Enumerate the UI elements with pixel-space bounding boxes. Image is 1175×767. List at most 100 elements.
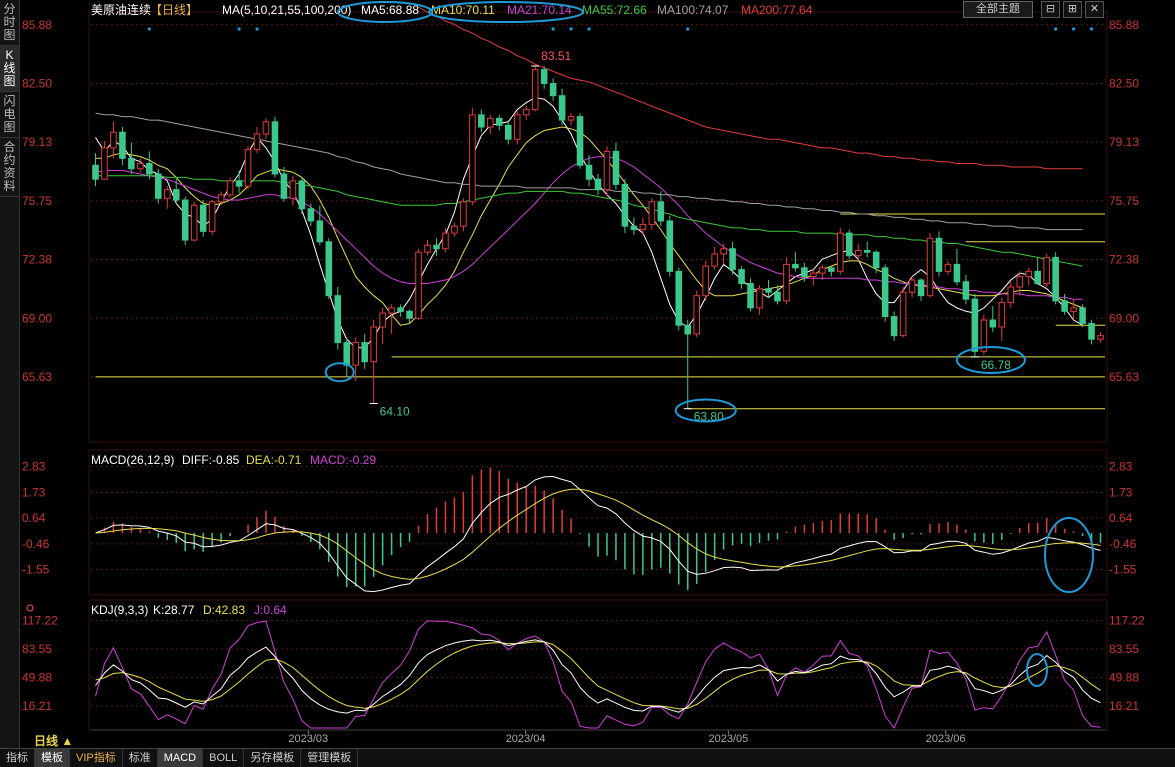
minimize-panel-icon[interactable]: ⊟ bbox=[1041, 1, 1060, 18]
candle-body[interactable] bbox=[487, 117, 494, 128]
candle-body[interactable] bbox=[666, 220, 674, 272]
candle-body[interactable] bbox=[271, 121, 279, 175]
candle-body[interactable] bbox=[639, 223, 647, 231]
candle-body[interactable] bbox=[119, 131, 126, 159]
candle-body[interactable] bbox=[424, 244, 431, 253]
candle-body[interactable] bbox=[244, 149, 252, 187]
candle-body[interactable] bbox=[361, 342, 368, 363]
candle-body[interactable] bbox=[711, 253, 718, 267]
close-panel-icon[interactable]: ✕ bbox=[1085, 1, 1104, 18]
candle-body[interactable] bbox=[397, 307, 404, 312]
candle-body[interactable] bbox=[729, 248, 736, 271]
candle-body[interactable] bbox=[585, 164, 593, 180]
candle-body[interactable] bbox=[845, 232, 853, 257]
sidebar-tab-contract-info[interactable]: 合约资料 bbox=[0, 138, 19, 197]
candle-body[interactable] bbox=[1043, 256, 1050, 285]
candle-body[interactable] bbox=[146, 163, 153, 175]
candle-body[interactable] bbox=[513, 114, 521, 140]
candle-body[interactable] bbox=[899, 291, 907, 337]
candle-body[interactable] bbox=[172, 189, 180, 201]
candle-body[interactable] bbox=[675, 270, 683, 326]
sidebar-tab-kline[interactable]: K线图 bbox=[0, 46, 19, 92]
candle-body[interactable] bbox=[819, 267, 826, 274]
candle-body[interactable] bbox=[540, 69, 548, 85]
candle-body[interactable] bbox=[621, 183, 629, 227]
candle-body[interactable] bbox=[504, 124, 512, 140]
candle-body[interactable] bbox=[1070, 307, 1077, 312]
candle-body[interactable] bbox=[881, 267, 889, 318]
tab-standard[interactable]: 标准 bbox=[123, 749, 158, 767]
candle-body[interactable] bbox=[854, 249, 862, 257]
candle-body[interactable] bbox=[944, 263, 952, 272]
candle-body[interactable] bbox=[352, 342, 359, 366]
tab-manage-templates[interactable]: 管理模板 bbox=[301, 749, 359, 767]
candle-body[interactable] bbox=[451, 225, 458, 234]
sidebar-tab-flash[interactable]: 闪电图 bbox=[0, 92, 19, 138]
candle-body[interactable] bbox=[872, 251, 880, 269]
candle-body[interactable] bbox=[720, 248, 727, 255]
candle-body[interactable] bbox=[962, 281, 970, 300]
candle-body[interactable] bbox=[137, 163, 144, 170]
candle-body[interactable] bbox=[1097, 335, 1104, 340]
candle-body[interactable] bbox=[908, 279, 916, 293]
candle-body[interactable] bbox=[379, 312, 386, 328]
candle-body[interactable] bbox=[1034, 270, 1041, 285]
candle-body[interactable] bbox=[657, 201, 665, 222]
candle-body[interactable] bbox=[792, 263, 799, 269]
candle-body[interactable] bbox=[217, 194, 225, 203]
candle-body[interactable] bbox=[1061, 300, 1068, 312]
candle-body[interactable] bbox=[522, 109, 530, 116]
candle-body[interactable] bbox=[612, 150, 620, 185]
tab-indicators[interactable]: 指标 bbox=[0, 749, 35, 767]
candle-body[interactable] bbox=[262, 121, 270, 135]
candle-body[interactable] bbox=[935, 237, 943, 272]
candle-body[interactable] bbox=[208, 201, 216, 232]
tab-templates[interactable]: 模板 bbox=[35, 749, 70, 767]
candle-body[interactable] bbox=[1025, 270, 1033, 278]
candle-body[interactable] bbox=[253, 133, 261, 151]
candle-body[interactable] bbox=[155, 173, 162, 199]
candle-body[interactable] bbox=[343, 342, 351, 366]
candle-body[interactable] bbox=[603, 150, 611, 191]
candle-body[interactable] bbox=[496, 117, 503, 126]
tab-macd[interactable]: MACD bbox=[157, 749, 204, 767]
candle-body[interactable] bbox=[433, 244, 440, 250]
candle-body[interactable] bbox=[890, 316, 898, 337]
tab-boll[interactable]: BOLL bbox=[203, 749, 245, 767]
candle-body[interactable] bbox=[101, 147, 108, 180]
candle-body[interactable] bbox=[442, 232, 449, 250]
candle-body[interactable] bbox=[298, 180, 306, 210]
candle-body[interactable] bbox=[531, 69, 539, 111]
candle-body[interactable] bbox=[567, 116, 575, 121]
candle-body[interactable] bbox=[917, 279, 925, 297]
candle-body[interactable] bbox=[558, 95, 566, 121]
candle-body[interactable] bbox=[289, 180, 297, 199]
candle-body[interactable] bbox=[747, 283, 754, 309]
candle-body[interactable] bbox=[801, 267, 808, 278]
candle-body[interactable] bbox=[594, 178, 602, 191]
candle-body[interactable] bbox=[738, 269, 745, 285]
candle-body[interactable] bbox=[181, 199, 189, 241]
candle-body[interactable] bbox=[1088, 323, 1095, 340]
candle-body[interactable] bbox=[549, 83, 557, 97]
kdj-settings-icon[interactable] bbox=[26, 604, 34, 612]
candle-body[interactable] bbox=[128, 157, 135, 170]
candle-body[interactable] bbox=[1016, 276, 1024, 288]
maximize-panel-icon[interactable]: ⊞ bbox=[1063, 1, 1082, 18]
candle-body[interactable] bbox=[756, 288, 763, 309]
candle-body[interactable] bbox=[478, 114, 485, 128]
candle-body[interactable] bbox=[774, 291, 781, 302]
candle-body[interactable] bbox=[693, 295, 700, 335]
candle-body[interactable] bbox=[702, 265, 709, 297]
candle-body[interactable] bbox=[765, 288, 772, 293]
tab-vip-indicators[interactable]: VIP指标 bbox=[70, 749, 123, 767]
candle-body[interactable] bbox=[334, 295, 342, 344]
candle-body[interactable] bbox=[1007, 286, 1015, 304]
candle-body[interactable] bbox=[370, 326, 377, 363]
candle-body[interactable] bbox=[110, 131, 117, 149]
candle-body[interactable] bbox=[926, 237, 934, 297]
candle-body[interactable] bbox=[199, 204, 207, 232]
candle-body[interactable] bbox=[460, 201, 467, 227]
candle-body[interactable] bbox=[190, 204, 198, 241]
candle-body[interactable] bbox=[388, 307, 395, 314]
